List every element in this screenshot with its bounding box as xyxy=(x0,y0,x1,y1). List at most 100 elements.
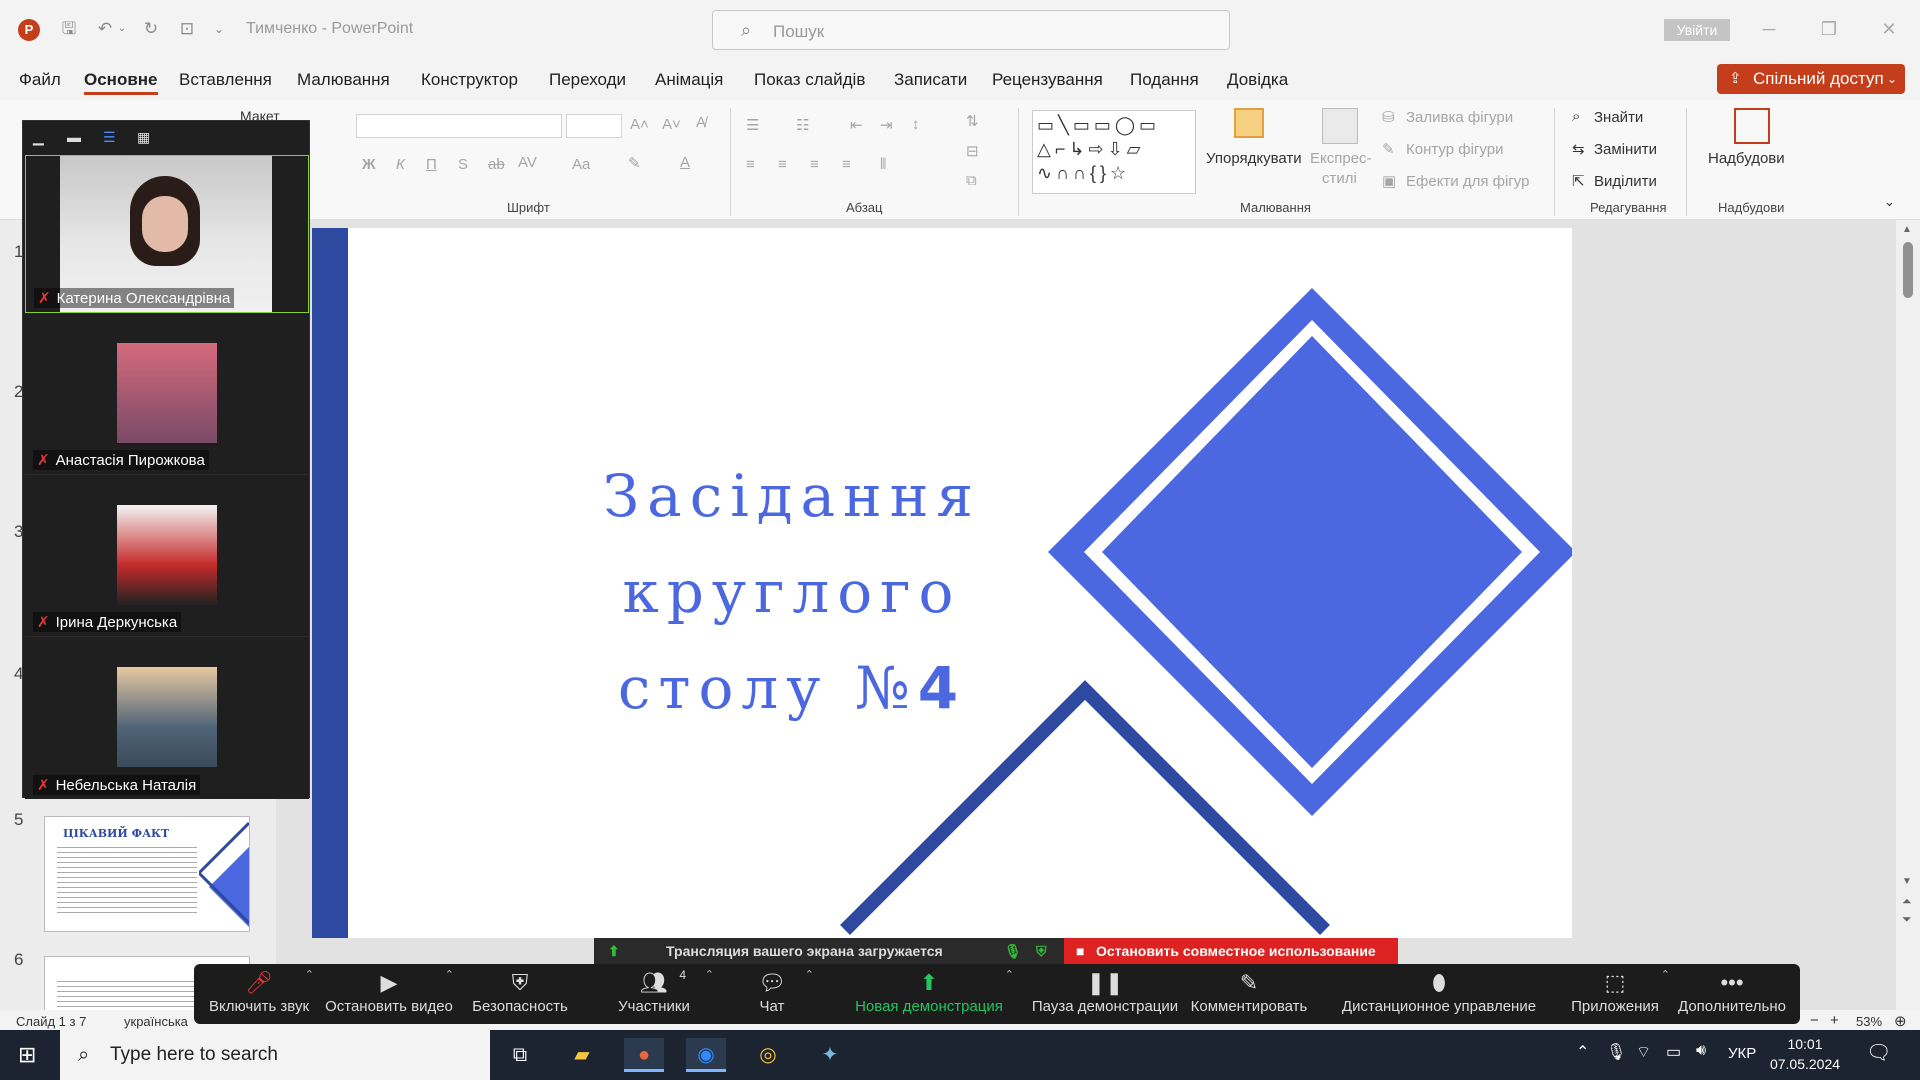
save-icon[interactable]: 🖫 xyxy=(58,18,80,40)
clear-format-icon[interactable]: A̸ xyxy=(696,114,706,131)
tab-help[interactable]: Довідка xyxy=(1227,70,1288,90)
present-icon[interactable]: ⊡ xyxy=(176,18,198,40)
new-share-button[interactable]: ⬆ Новая демонстрация ⌃ xyxy=(854,968,1014,1022)
find-button[interactable]: Знайти xyxy=(1594,109,1643,126)
task-view-icon[interactable]: ⧉ xyxy=(500,1038,540,1072)
next-slide-icon[interactable]: ⏷ xyxy=(1902,912,1912,927)
prev-slide-icon[interactable]: ⏶ xyxy=(1902,894,1912,909)
windows-start-icon[interactable]: ⊞ xyxy=(18,1042,36,1068)
strikethrough-button[interactable]: ab xyxy=(488,156,505,173)
shape-fill-button[interactable]: Заливка фігури xyxy=(1406,109,1513,126)
customize-toolbar-icon[interactable]: ⌄ xyxy=(212,18,226,40)
addins-icon[interactable] xyxy=(1734,108,1770,144)
scrollbar-thumb[interactable] xyxy=(1903,242,1913,298)
tab-design[interactable]: Конструктор xyxy=(421,70,518,90)
single-view-icon[interactable]: ▬ xyxy=(67,129,81,145)
redo-icon[interactable]: ↻ xyxy=(140,18,162,40)
grow-font-icon[interactable]: A˄ xyxy=(630,116,649,133)
tab-draw[interactable]: Малювання xyxy=(297,70,390,90)
zoom-level[interactable]: 53% xyxy=(1856,1014,1882,1029)
increase-indent-icon[interactable]: ⇥ xyxy=(880,116,893,134)
scroll-up-icon[interactable]: ▲ xyxy=(1902,224,1912,235)
tab-transitions[interactable]: Переходи xyxy=(549,70,626,90)
tab-record[interactable]: Записати xyxy=(894,70,967,90)
highlight-icon[interactable]: ✎ xyxy=(628,154,641,172)
text-direction-icon[interactable]: ⇅ xyxy=(966,112,979,130)
battery-icon[interactable]: ▭ xyxy=(1666,1042,1681,1062)
quick-styles-icon[interactable] xyxy=(1322,108,1358,144)
columns-icon[interactable]: ⫴ xyxy=(880,156,886,173)
line-spacing-icon[interactable]: ↕ xyxy=(912,116,920,133)
chevron-up-icon[interactable]: ⌃ xyxy=(305,968,314,981)
input-language[interactable]: УКР xyxy=(1728,1045,1756,1062)
undo-icon[interactable]: ↶ xyxy=(94,18,116,40)
fit-slide-icon[interactable]: ⊕ xyxy=(1894,1012,1907,1030)
tray-chevron-icon[interactable]: ⌃ xyxy=(1576,1042,1589,1062)
participant-tile[interactable]: ✗ Небельська Наталія xyxy=(25,641,309,799)
strip-view-icon[interactable]: ☰ xyxy=(103,129,116,146)
file-explorer-icon[interactable]: ▰ xyxy=(562,1038,602,1072)
zoom-out-icon[interactable]: − xyxy=(1810,1012,1819,1029)
numbering-icon[interactable]: ☷ xyxy=(796,116,809,134)
select-button[interactable]: Виділити xyxy=(1594,173,1657,190)
slide-title[interactable]: Засідання круглого столу №4 xyxy=(422,448,1162,736)
font-size-dropdown[interactable] xyxy=(566,114,622,138)
shadow-button[interactable]: S xyxy=(458,156,468,173)
decrease-indent-icon[interactable]: ⇤ xyxy=(850,116,863,134)
smartart-icon[interactable]: ⧉ xyxy=(966,172,977,189)
annotate-button[interactable]: ✎ Комментировать xyxy=(1184,968,1314,1022)
participant-tile[interactable]: ✗ Ірина Деркунська xyxy=(25,479,309,637)
maximize-icon[interactable]: ❐ xyxy=(1814,16,1844,42)
bold-button[interactable]: Ж xyxy=(362,156,376,173)
participant-tile[interactable]: ✗ Катерина Олександрівна xyxy=(25,155,309,313)
tab-insert[interactable]: Вставлення xyxy=(179,70,272,90)
change-case-button[interactable]: Aa xyxy=(572,156,590,173)
arrange-icon[interactable] xyxy=(1234,108,1264,138)
replace-button[interactable]: Замінити xyxy=(1594,141,1657,158)
chevron-up-icon[interactable]: ⌃ xyxy=(445,968,454,981)
align-center-icon[interactable]: ≡ xyxy=(778,156,787,173)
collapse-ribbon-icon[interactable]: ⌄ xyxy=(1884,194,1895,210)
apps-button[interactable]: ⬚ Приложения ⌃ xyxy=(1560,968,1670,1022)
arrange-button[interactable]: Упорядкувати xyxy=(1206,150,1302,167)
stop-video-button[interactable]: ▶︎ Остановить видео ⌃ xyxy=(324,968,454,1022)
tab-slide-show[interactable]: Показ слайдів xyxy=(754,70,865,90)
shrink-font-icon[interactable]: A˅ xyxy=(662,116,681,133)
quick-styles-button-line2[interactable]: стилі xyxy=(1322,170,1357,187)
font-name-dropdown[interactable] xyxy=(356,114,562,138)
tab-view[interactable]: Подання xyxy=(1130,70,1199,90)
italic-button[interactable]: К xyxy=(396,156,405,173)
powerpoint-taskbar-icon[interactable]: ● xyxy=(624,1038,664,1072)
tray-mic-icon[interactable]: 🎙︎ xyxy=(1606,1042,1626,1062)
chevron-up-icon[interactable]: ⌃ xyxy=(705,968,714,981)
addins-button[interactable]: Надбудови xyxy=(1708,150,1785,167)
quick-styles-button[interactable]: Експрес- xyxy=(1310,150,1372,167)
search-input[interactable]: ⌕ Пошук xyxy=(712,10,1230,50)
bullets-icon[interactable]: ☰ xyxy=(746,116,759,134)
shape-outline-button[interactable]: Контур фігури xyxy=(1406,141,1503,158)
volume-icon[interactable]: 🔊︎ xyxy=(1696,1042,1706,1060)
undo-dropdown-icon[interactable]: ⌄ xyxy=(116,18,128,40)
shape-effects-button[interactable]: Ефекти для фігур xyxy=(1406,173,1529,190)
scroll-down-icon[interactable]: ▼ xyxy=(1902,876,1912,887)
chevron-up-icon[interactable]: ⌃ xyxy=(1005,968,1014,981)
share-button[interactable]: ⇪ Спільний доступ ⌄ xyxy=(1717,64,1905,94)
sign-in-button[interactable]: Увійти xyxy=(1664,19,1730,41)
font-color-button[interactable]: A xyxy=(680,154,690,171)
slide-thumbnail-5[interactable]: ЦІКАВИЙ ФАКТ xyxy=(44,816,250,932)
justify-icon[interactable]: ≡ xyxy=(842,156,851,173)
taskbar-search-input[interactable]: ⌕ Type here to search xyxy=(60,1030,490,1080)
tab-review[interactable]: Рецензування xyxy=(992,70,1103,90)
vertical-scrollbar[interactable] xyxy=(1896,220,1920,1010)
align-text-icon[interactable]: ⊟ xyxy=(966,142,979,160)
char-spacing-button[interactable]: AV xyxy=(518,154,537,171)
zoom-taskbar-icon[interactable]: ◉ xyxy=(686,1038,726,1072)
notifications-icon[interactable]: 🗨︎ xyxy=(1866,1040,1891,1065)
underline-button[interactable]: П xyxy=(426,156,437,173)
chevron-up-icon[interactable]: ⌃ xyxy=(805,968,814,981)
close-icon[interactable]: ✕ xyxy=(1874,16,1904,42)
stop-share-button[interactable]: ■ Остановить совместное использование xyxy=(1064,938,1398,964)
tab-home[interactable]: Основне xyxy=(84,70,158,95)
more-button[interactable]: ••• Дополнительно xyxy=(1672,968,1792,1022)
chevron-up-icon[interactable]: ⌃ xyxy=(1661,968,1670,981)
